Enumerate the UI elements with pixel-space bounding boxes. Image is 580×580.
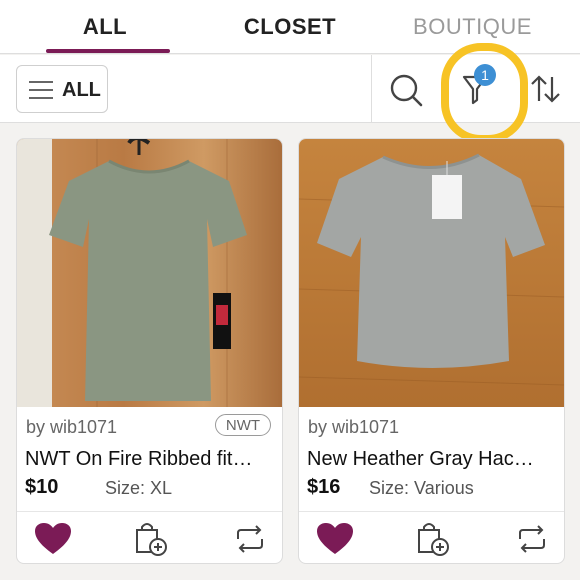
heart-icon: [317, 523, 353, 554]
category-filter-label: ALL: [62, 79, 101, 101]
share-arrows-icon: [519, 525, 545, 553]
card-divider: [17, 511, 282, 512]
menu-icon: [29, 81, 53, 99]
listing-title[interactable]: New Heather Gray Hac…: [307, 448, 562, 471]
listing-card[interactable]: by wib1071 NWT NWT On Fire Ribbed fit… $…: [16, 138, 283, 564]
listing-price: $16: [307, 476, 341, 498]
search-button[interactable]: [380, 65, 430, 113]
like-button[interactable]: [33, 521, 73, 557]
add-to-bundle-button[interactable]: [413, 521, 453, 557]
card-divider: [299, 511, 564, 512]
share-arrows-icon: [237, 525, 263, 553]
listing-title[interactable]: NWT On Fire Ribbed fit…: [25, 448, 280, 471]
share-button[interactable]: [512, 521, 552, 557]
bundle-bag-plus-icon: [136, 523, 167, 556]
listing-photo[interactable]: [17, 139, 283, 407]
highlight-annotation-ring: [441, 43, 528, 143]
heart-icon: [35, 523, 71, 554]
listing-photo[interactable]: [299, 139, 565, 407]
listing-price: $10: [25, 476, 59, 498]
category-filter-button[interactable]: ALL: [16, 65, 108, 113]
search-icon: [390, 74, 423, 107]
tab-closet[interactable]: CLOSET: [225, 0, 355, 54]
listing-size: Size: XL: [105, 478, 173, 498]
seller-name[interactable]: by wib1071: [308, 417, 399, 438]
listing-size: Size: Various: [369, 478, 474, 498]
add-to-bundle-button[interactable]: [131, 521, 171, 557]
condition-badge: NWT: [215, 414, 271, 436]
listing-card[interactable]: by wib1071 New Heather Gray Hac… $16 Siz…: [298, 138, 565, 564]
like-button[interactable]: [315, 521, 355, 557]
active-tab-indicator: [46, 49, 170, 53]
share-button[interactable]: [230, 521, 270, 557]
seller-name[interactable]: by wib1071: [26, 417, 117, 438]
tab-all[interactable]: ALL: [40, 0, 170, 54]
bundle-bag-plus-icon: [418, 523, 449, 556]
toolbar-divider: [371, 55, 372, 123]
